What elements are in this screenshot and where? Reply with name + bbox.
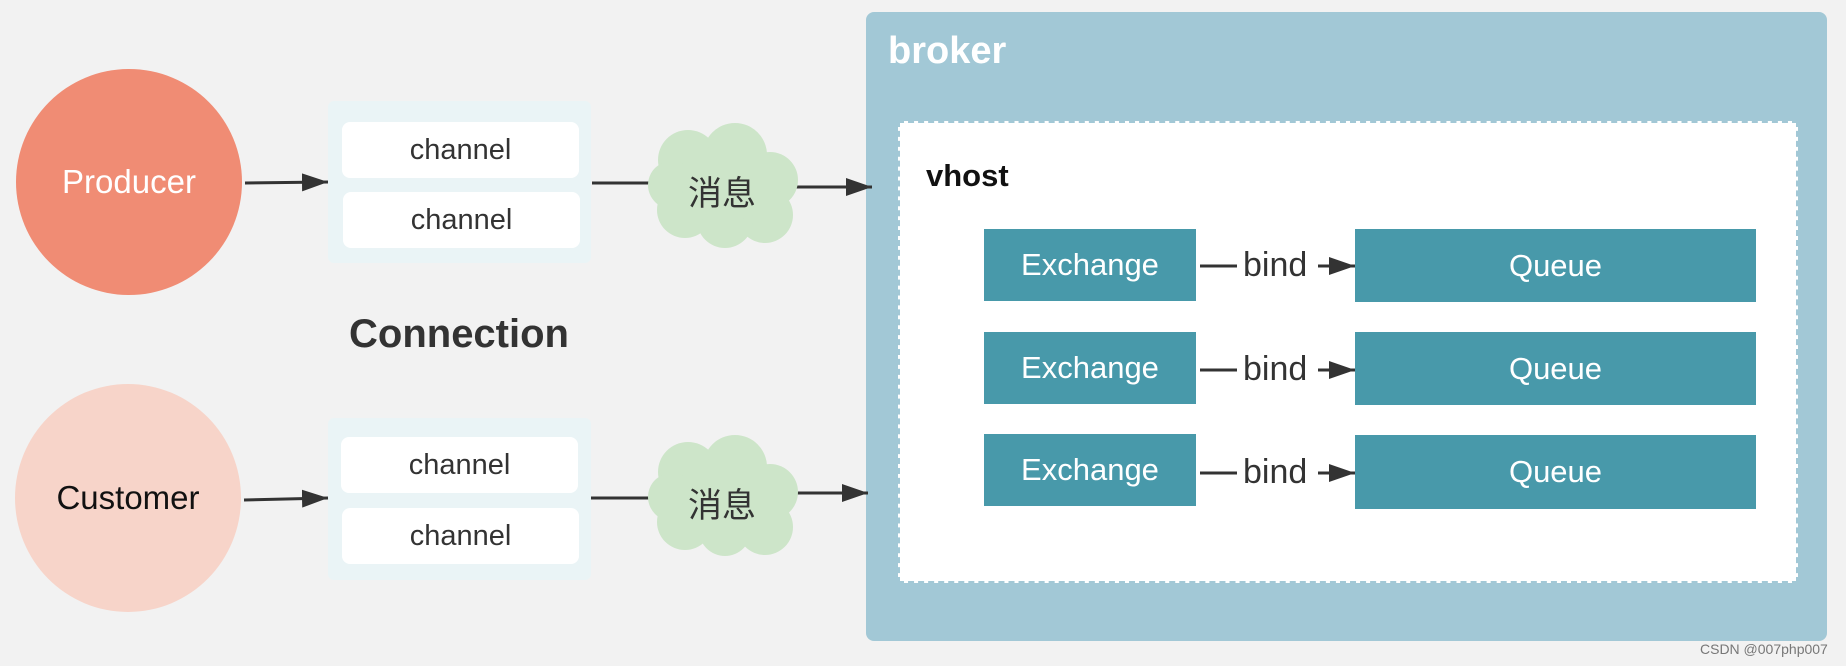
message-label: 消息 — [688, 175, 756, 213]
arrow-customer-connection — [243, 489, 329, 508]
message-label: 消息 — [688, 487, 756, 525]
watermark: CSDN @007php007 — [1700, 641, 1828, 657]
arrow-producer-connection — [244, 173, 329, 192]
connectors — [243, 123, 1355, 556]
